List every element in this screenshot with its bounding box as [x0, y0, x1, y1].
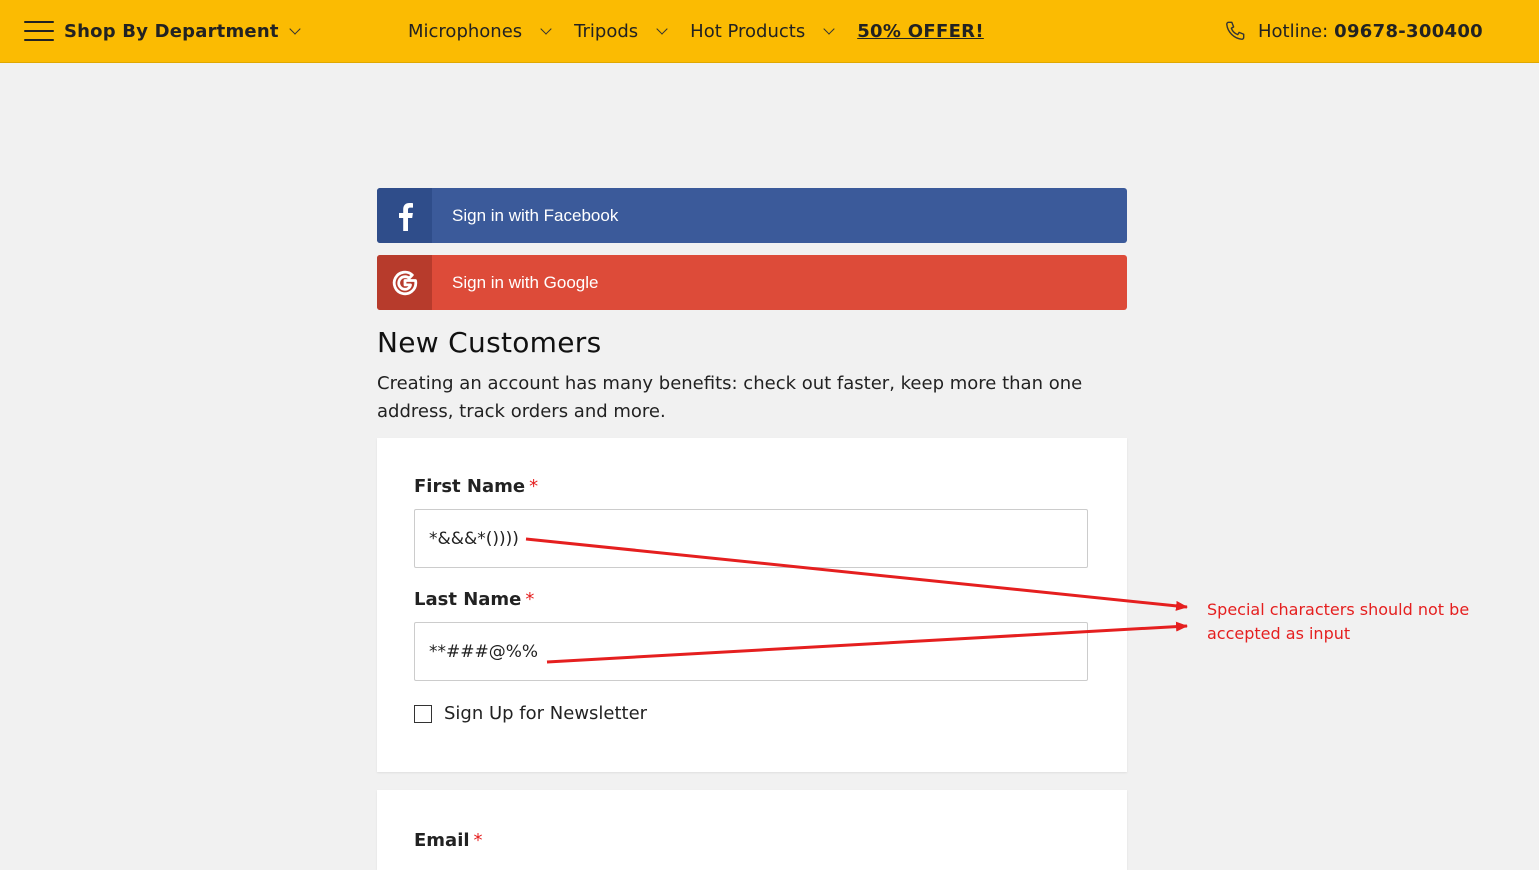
last-name-field[interactable] [414, 622, 1088, 681]
last-name-label: Last Name * [414, 589, 534, 610]
first-name-label: First Name * [414, 476, 538, 497]
chevron-down-icon [289, 22, 301, 35]
chevron-down-icon [823, 22, 835, 35]
nav-item-label: Hot Products [690, 20, 806, 42]
account-info-card: Email * [377, 790, 1127, 870]
required-mark: * [529, 476, 539, 497]
personal-info-card: First Name* Last Name* Sign Up for Newsl… [377, 438, 1127, 772]
main-nav: Microphones Tripods Hot Products 50% OFF… [408, 0, 984, 62]
nav-item-microphones[interactable]: Microphones [408, 20, 552, 42]
nav-item-label: Microphones [408, 20, 523, 42]
first-name-field[interactable] [414, 509, 1088, 568]
page-title: New Customers [377, 326, 602, 359]
required-mark: * [525, 589, 535, 610]
nav-item-hot-products[interactable]: Hot Products [690, 20, 835, 42]
phone-icon [1226, 21, 1245, 40]
offer-link[interactable]: 50% OFFER! [857, 21, 984, 42]
nav-item-label: Tripods [574, 20, 639, 42]
last-name-label-text: Last Name [414, 589, 522, 610]
checkbox-box[interactable] [414, 704, 432, 723]
first-name-label-text: First Name [414, 476, 526, 497]
email-label-text: Email [414, 830, 470, 851]
top-navigation-bar: Shop By Department Microphones Tripods H… [0, 0, 1539, 63]
hotline: Hotline: 09678-300400 [1224, 0, 1483, 62]
google-signin-label: Sign in with Google [452, 272, 599, 292]
newsletter-checkbox[interactable]: Sign Up for Newsletter [414, 703, 647, 724]
facebook-signin-button[interactable]: Sign in with Facebook [377, 188, 1127, 243]
hotline-label: Hotline: [1258, 20, 1329, 42]
department-label: Shop By Department [64, 20, 279, 42]
hamburger-menu-icon [24, 20, 54, 42]
newsletter-label: Sign Up for Newsletter [444, 703, 648, 724]
chevron-down-icon [656, 22, 668, 35]
annotation-note: Special characters should not be accepte… [1207, 600, 1470, 643]
google-signin-button[interactable]: Sign in with Google [377, 255, 1127, 310]
shop-by-department-menu[interactable]: Shop By Department [24, 0, 301, 62]
hotline-number[interactable]: 09678-300400 [1334, 21, 1483, 42]
nav-item-tripods[interactable]: Tripods [574, 20, 668, 42]
google-icon [377, 255, 432, 310]
email-label: Email * [414, 830, 483, 851]
intro-text: Creating an account has many benefits: c… [377, 373, 1083, 422]
facebook-signin-label: Sign in with Facebook [452, 205, 619, 225]
chevron-down-icon [540, 22, 552, 35]
facebook-icon [377, 188, 432, 243]
required-mark: * [473, 830, 483, 851]
